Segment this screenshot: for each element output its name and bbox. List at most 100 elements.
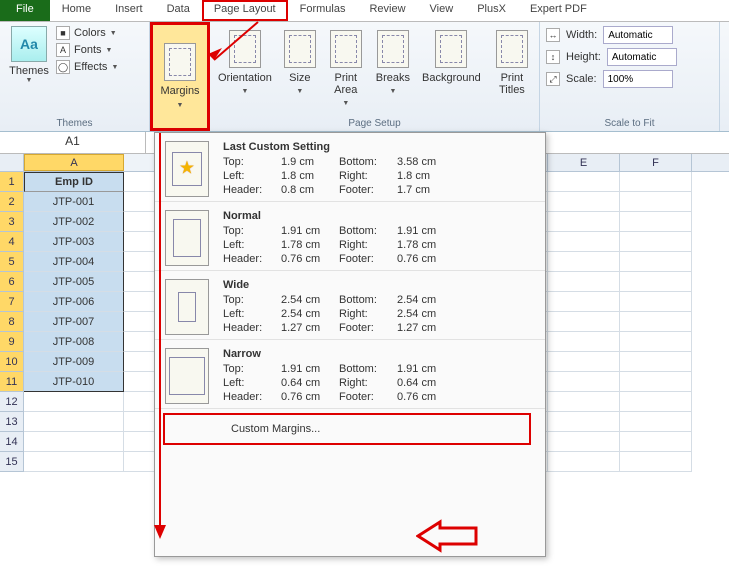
effects-button[interactable]: ◯Effects▼ bbox=[56, 60, 118, 74]
tab-home[interactable]: Home bbox=[50, 0, 103, 21]
cell[interactable]: JTP-001 bbox=[24, 192, 124, 212]
cell[interactable] bbox=[620, 232, 692, 252]
cell[interactable] bbox=[548, 352, 620, 372]
cell[interactable] bbox=[24, 452, 124, 472]
cell[interactable] bbox=[620, 292, 692, 312]
cell[interactable] bbox=[620, 272, 692, 292]
cell[interactable] bbox=[24, 392, 124, 412]
orientation-button[interactable]: Orientation▼ bbox=[216, 26, 274, 112]
margins-button[interactable]: Margins▼ bbox=[150, 22, 210, 131]
row-header[interactable]: 4 bbox=[0, 232, 23, 252]
custom-margins-item[interactable]: Custom Margins... bbox=[163, 413, 531, 445]
group-page-setup: Orientation▼ Size▼ Print Area▼ Breaks▼ B… bbox=[210, 22, 540, 131]
row-header[interactable]: 14 bbox=[0, 432, 23, 452]
cell[interactable] bbox=[24, 432, 124, 452]
cell[interactable] bbox=[548, 312, 620, 332]
tab-view[interactable]: View bbox=[418, 0, 466, 21]
scale-label: Scale: bbox=[566, 73, 597, 85]
cell[interactable] bbox=[24, 412, 124, 432]
cell[interactable]: JTP-005 bbox=[24, 272, 124, 292]
ribbon: Aa Themes ▼ ■Colors▼ AFonts▼ ◯Effects▼ T… bbox=[0, 22, 729, 132]
cell[interactable] bbox=[620, 352, 692, 372]
cell[interactable] bbox=[548, 412, 620, 432]
cell[interactable] bbox=[548, 392, 620, 412]
cell[interactable] bbox=[620, 452, 692, 472]
tab-formulas[interactable]: Formulas bbox=[288, 0, 358, 21]
breaks-button[interactable]: Breaks▼ bbox=[374, 26, 412, 112]
preset-normal[interactable]: Normal Top:1.91 cmBottom:1.91 cm Left:1.… bbox=[155, 202, 545, 271]
row-header[interactable]: 3 bbox=[0, 212, 23, 232]
colors-button[interactable]: ■Colors▼ bbox=[56, 26, 118, 40]
cell[interactable] bbox=[620, 392, 692, 412]
tab-page-layout[interactable]: Page Layout bbox=[202, 0, 288, 21]
row-header[interactable]: 15 bbox=[0, 452, 23, 472]
preset-narrow[interactable]: Narrow Top:1.91 cmBottom:1.91 cm Left:0.… bbox=[155, 340, 545, 409]
cell[interactable] bbox=[548, 212, 620, 232]
cell[interactable] bbox=[620, 332, 692, 352]
cell[interactable]: JTP-008 bbox=[24, 332, 124, 352]
breaks-icon bbox=[377, 30, 409, 68]
row-header[interactable]: 2 bbox=[0, 192, 23, 212]
size-button[interactable]: Size▼ bbox=[282, 26, 318, 112]
cell[interactable]: JTP-003 bbox=[24, 232, 124, 252]
col-header-f[interactable]: F bbox=[620, 154, 692, 171]
colors-icon: ■ bbox=[56, 26, 70, 40]
cell[interactable]: JTP-004 bbox=[24, 252, 124, 272]
tab-expert-pdf[interactable]: Expert PDF bbox=[518, 0, 599, 21]
row-header[interactable]: 6 bbox=[0, 272, 23, 292]
cell[interactable] bbox=[548, 252, 620, 272]
cell[interactable] bbox=[548, 432, 620, 452]
width-input[interactable] bbox=[603, 26, 673, 44]
row-header[interactable]: 9 bbox=[0, 332, 23, 352]
row-header[interactable]: 5 bbox=[0, 252, 23, 272]
name-box[interactable]: A1 bbox=[0, 132, 146, 153]
cell[interactable] bbox=[548, 452, 620, 472]
tab-plusx[interactable]: PlusX bbox=[465, 0, 518, 21]
cell[interactable]: JTP-002 bbox=[24, 212, 124, 232]
cell[interactable] bbox=[620, 432, 692, 452]
col-header-a[interactable]: A bbox=[24, 154, 124, 171]
cell[interactable] bbox=[548, 172, 620, 192]
width-icon: ↔ bbox=[546, 28, 560, 42]
row-header[interactable]: 11 bbox=[0, 372, 23, 392]
cell[interactable]: JTP-009 bbox=[24, 352, 124, 372]
tab-review[interactable]: Review bbox=[357, 0, 417, 21]
row-header[interactable]: 1 bbox=[0, 172, 23, 192]
cell[interactable] bbox=[548, 292, 620, 312]
themes-button[interactable]: Aa Themes ▼ bbox=[6, 26, 52, 116]
cell[interactable] bbox=[620, 212, 692, 232]
row-header[interactable]: 7 bbox=[0, 292, 23, 312]
select-all-corner[interactable] bbox=[0, 154, 24, 172]
preset-wide[interactable]: Wide Top:2.54 cmBottom:2.54 cm Left:2.54… bbox=[155, 271, 545, 340]
height-input[interactable] bbox=[607, 48, 677, 66]
cell[interactable] bbox=[548, 332, 620, 352]
row-header[interactable]: 8 bbox=[0, 312, 23, 332]
cell[interactable] bbox=[548, 372, 620, 392]
background-button[interactable]: Background bbox=[420, 26, 483, 112]
cell[interactable] bbox=[548, 232, 620, 252]
print-titles-button[interactable]: Print Titles bbox=[491, 26, 533, 112]
cell[interactable] bbox=[548, 272, 620, 292]
cell[interactable] bbox=[620, 412, 692, 432]
scale-input[interactable] bbox=[603, 70, 673, 88]
cell[interactable] bbox=[620, 252, 692, 272]
cell[interactable] bbox=[548, 192, 620, 212]
tab-file[interactable]: File bbox=[0, 0, 50, 21]
row-header[interactable]: 10 bbox=[0, 352, 23, 372]
preset-last-custom[interactable]: Last Custom Setting Top:1.9 cmBottom:3.5… bbox=[155, 133, 545, 202]
fonts-button[interactable]: AFonts▼ bbox=[56, 43, 118, 57]
cell[interactable] bbox=[620, 192, 692, 212]
cell[interactable]: JTP-006 bbox=[24, 292, 124, 312]
cell[interactable] bbox=[620, 172, 692, 192]
row-header[interactable]: 13 bbox=[0, 412, 23, 432]
cell[interactable]: Emp ID bbox=[24, 172, 124, 192]
row-header[interactable]: 12 bbox=[0, 392, 23, 412]
tab-insert[interactable]: Insert bbox=[103, 0, 155, 21]
print-area-button[interactable]: Print Area▼ bbox=[326, 26, 366, 112]
cell[interactable] bbox=[620, 312, 692, 332]
col-header-e[interactable]: E bbox=[548, 154, 620, 171]
cell[interactable]: JTP-010 bbox=[24, 372, 124, 392]
tab-data[interactable]: Data bbox=[155, 0, 202, 21]
cell[interactable] bbox=[620, 372, 692, 392]
cell[interactable]: JTP-007 bbox=[24, 312, 124, 332]
